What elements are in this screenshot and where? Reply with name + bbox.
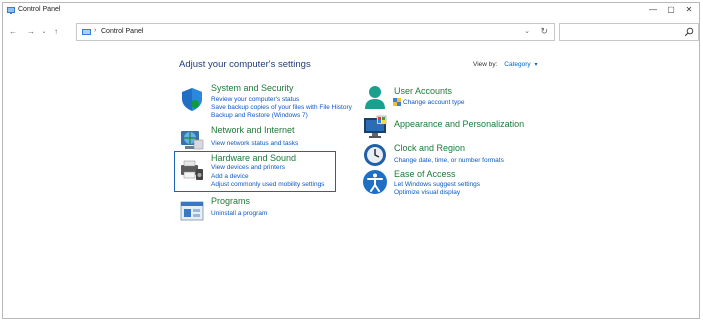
- control-panel-icon: [82, 29, 91, 35]
- view-by-label: View by:: [473, 61, 498, 68]
- shield-icon[interactable]: [179, 86, 205, 112]
- suggest-settings-link[interactable]: Let Windows suggest settings: [394, 181, 480, 188]
- control-panel-app-icon: [7, 7, 15, 14]
- address-dropdown-chevron-icon[interactable]: ⌄: [524, 27, 530, 35]
- appearance-personalization-link[interactable]: Appearance and Personalization: [394, 119, 524, 129]
- address-bar[interactable]: › Control Panel ⌄ ↻: [76, 23, 555, 41]
- window-title: Control Panel: [18, 6, 61, 13]
- maximize-button[interactable]: ▢: [663, 4, 679, 16]
- close-button[interactable]: ✕: [681, 4, 697, 16]
- breadcrumb-control-panel[interactable]: Control Panel: [101, 28, 143, 35]
- clock-and-region-link[interactable]: Clock and Region: [394, 143, 465, 153]
- view-by-dropdown[interactable]: Category: [504, 61, 530, 68]
- refresh-icon[interactable]: ↻: [540, 26, 548, 37]
- view-by-caret-icon[interactable]: ▾: [534, 62, 537, 68]
- change-account-type-link[interactable]: Change account type: [403, 99, 464, 106]
- backup-restore-link[interactable]: Backup and Restore (Windows 7): [211, 112, 308, 119]
- search-icon[interactable]: [684, 27, 694, 37]
- ease-of-access-link[interactable]: Ease of Access: [394, 169, 456, 179]
- back-arrow-icon[interactable]: ←: [8, 27, 18, 37]
- view-by-control: View by: Category ▾: [473, 61, 537, 68]
- optimize-display-link[interactable]: Optimize visual display: [394, 189, 460, 196]
- breadcrumb-separator[interactable]: ›: [94, 27, 96, 34]
- network-and-internet-link[interactable]: Network and Internet: [211, 125, 295, 135]
- user-accounts-link[interactable]: User Accounts: [394, 86, 452, 96]
- system-and-security-link[interactable]: System and Security: [211, 83, 294, 93]
- recent-locations-chevron-icon[interactable]: ⌄: [39, 27, 49, 37]
- programs-link[interactable]: Programs: [211, 196, 250, 206]
- forward-arrow-icon[interactable]: →: [26, 27, 36, 37]
- ease-of-access-icon[interactable]: [362, 169, 388, 195]
- control-panel-window: Control Panel — ▢ ✕ ← → ⌄ ↑ › Control Pa…: [2, 2, 700, 319]
- title-bar: Control Panel — ▢ ✕: [3, 3, 699, 19]
- minimize-button[interactable]: —: [645, 4, 661, 16]
- devices-printers-link[interactable]: View devices and printers: [211, 164, 285, 171]
- printer-speaker-icon[interactable]: [179, 157, 205, 183]
- page-title: Adjust your computer's settings: [179, 59, 311, 70]
- clock-icon[interactable]: [362, 142, 388, 168]
- uac-shield-icon: [393, 98, 401, 106]
- date-time-formats-link[interactable]: Change date, time, or number formats: [394, 157, 504, 164]
- hardware-and-sound-link[interactable]: Hardware and Sound: [211, 153, 296, 163]
- programs-icon[interactable]: [179, 199, 205, 225]
- up-arrow-icon[interactable]: ↑: [51, 27, 61, 37]
- file-history-link[interactable]: Save backup copies of your files with Fi…: [211, 104, 352, 111]
- review-status-link[interactable]: Review your computer's status: [211, 96, 299, 103]
- search-box[interactable]: [559, 23, 699, 41]
- network-status-link[interactable]: View network status and tasks: [211, 140, 298, 147]
- add-device-link[interactable]: Add a device: [211, 173, 249, 180]
- mobility-settings-link[interactable]: Adjust commonly used mobility settings: [211, 181, 324, 188]
- uninstall-program-link[interactable]: Uninstall a program: [211, 210, 267, 217]
- navigation-bar: ← → ⌄ ↑ › Control Panel ⌄ ↻: [3, 19, 699, 45]
- search-input[interactable]: [564, 25, 688, 41]
- appearance-monitor-icon[interactable]: [362, 114, 388, 140]
- user-accounts-icon[interactable]: [362, 84, 388, 110]
- network-globe-icon[interactable]: [179, 127, 205, 153]
